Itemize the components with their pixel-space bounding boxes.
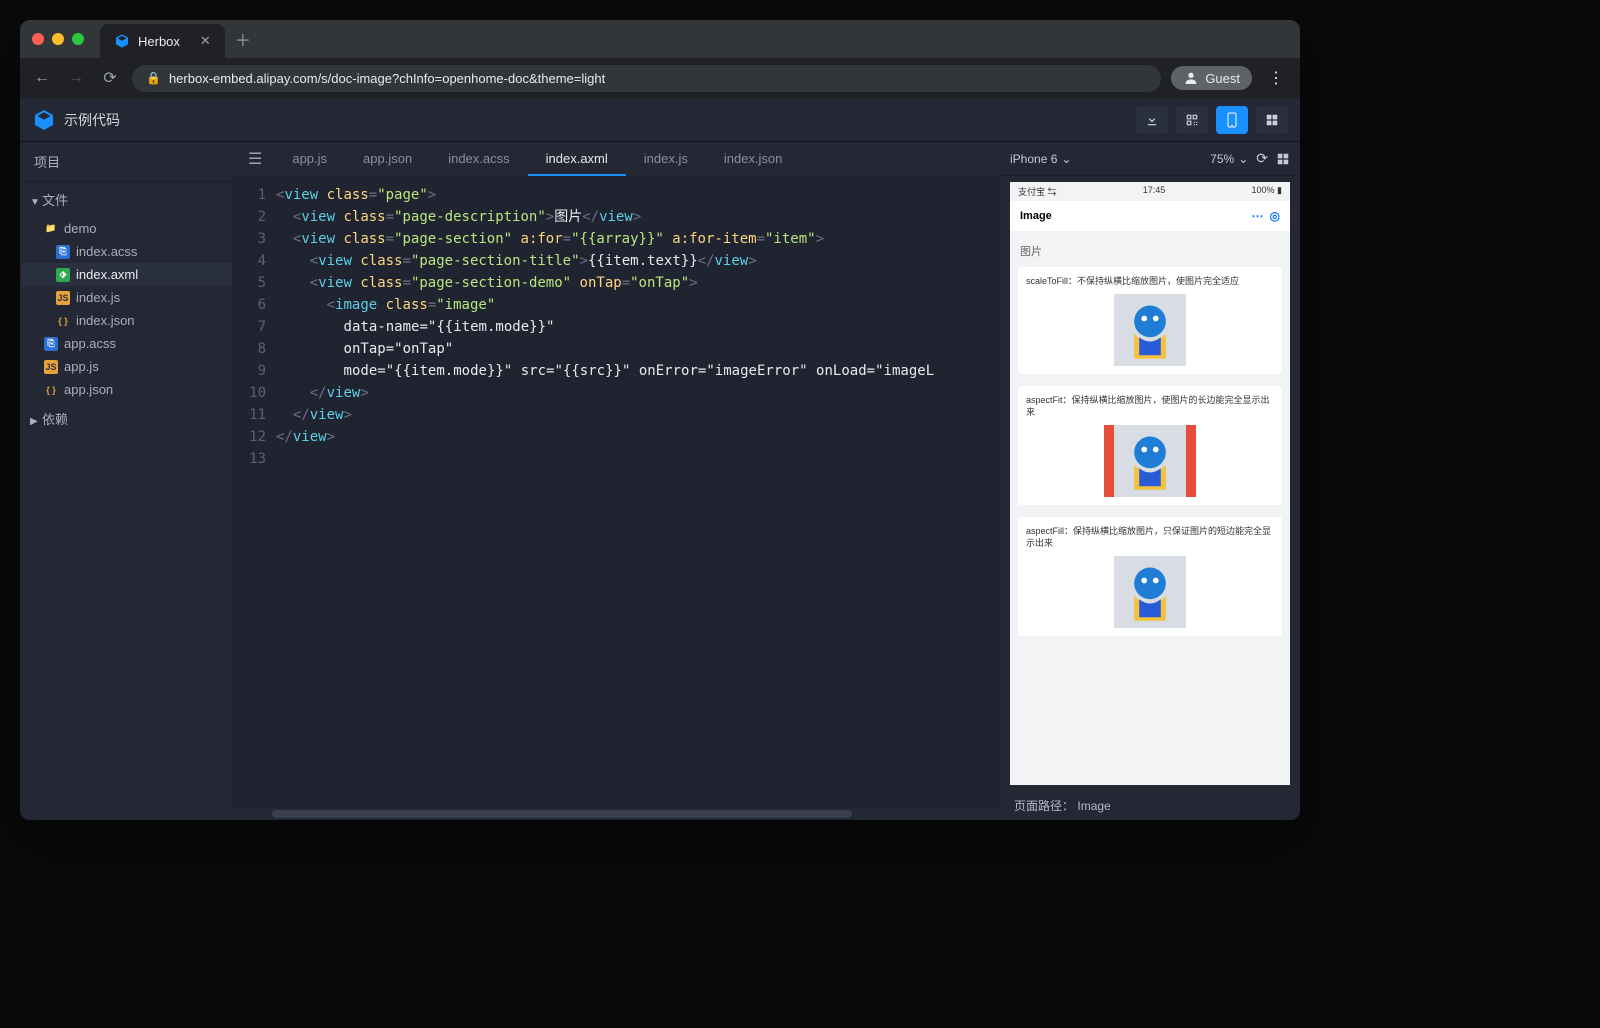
sidebar-section-files[interactable]: ▼文件 [20,182,232,217]
preview-section-label: 图片 [1018,239,1282,267]
file-icon: JS [44,360,58,374]
minimize-window[interactable] [52,33,64,45]
editor-tab-app-js[interactable]: app.js [274,143,345,176]
editor-tabs: ☰ app.jsapp.jsonindex.acssindex.axmlinde… [232,142,1000,176]
tab-close-icon[interactable]: ✕ [200,33,211,49]
preview-card-2: aspectFill：保持纵横比缩放图片，只保证图片的短边能完全显示出来 [1018,517,1282,636]
download-icon [1145,113,1159,127]
phone-icon [1226,112,1238,128]
editor-tab-index-acss[interactable]: index.acss [430,143,527,176]
qr-icon [1185,113,1199,127]
code-area[interactable]: 12345678910111213 <view class="page"> <v… [232,176,1000,808]
preview-image [1114,294,1186,366]
device-screen: 支付宝 ⇆ 17:45 100% ▮ Image ⋯ ◎ 图片 scaleToF… [1010,182,1290,785]
code-content[interactable]: <view class="page"> <view class="page-de… [276,176,934,808]
ide-header: 示例代码 [20,98,1300,142]
file-index-js[interactable]: JSindex.js [22,286,232,309]
card-title: scaleToFill：不保持纵横比缩放图片，使图片完全适应 [1026,275,1274,288]
file-app-acss[interactable]: ⎘app.acss [22,332,232,355]
file-index-acss[interactable]: ⎘index.acss [22,240,232,263]
preview-toolbar: iPhone 6 ⌄ 75% ⌄ ⟳ [1000,142,1300,176]
line-gutter: 12345678910111213 [232,176,276,808]
file-icon: { } [56,314,70,328]
user-icon [1183,70,1199,86]
folder-icon: 📁 [44,222,58,236]
file-icon: ⎘ [56,245,70,259]
preview-image [1114,556,1186,628]
titlebar: Herbox ✕ ＋ [20,20,1300,58]
lock-icon: 🔒 [146,71,161,85]
toolbar: ← → ⟳ 🔒 herbox-embed.alipay.com/s/doc-im… [20,58,1300,98]
file-icon: ⬗ [56,268,70,282]
chevron-down-icon: ⌄ [1238,152,1248,166]
file-index-axml[interactable]: ⬗index.axml [22,263,232,286]
favicon-icon [114,33,130,49]
forward-button[interactable]: → [64,69,88,87]
app-title: 示例代码 [64,110,1128,130]
browser-menu-icon[interactable]: ⋮ [1262,68,1290,88]
preview-card-1: aspectFit：保持纵横比缩放图片，使图片的长边能完全显示出来 [1018,386,1282,505]
folder-demo[interactable]: 📁demo [22,217,232,240]
browser-tab[interactable]: Herbox ✕ [100,24,225,58]
caret-right-icon: ▶ [30,416,42,427]
device-selector[interactable]: iPhone 6 ⌄ [1010,152,1202,166]
menu-icon[interactable]: ☰ [236,149,274,169]
device-statusbar: 支付宝 ⇆ 17:45 100% ▮ [1010,182,1290,201]
preview-footer: 页面路径： Image [1000,791,1300,820]
profile-badge[interactable]: Guest [1171,66,1252,90]
scrollbar-thumb[interactable] [272,810,852,818]
card-title: aspectFit：保持纵横比缩放图片，使图片的长边能完全显示出来 [1026,394,1274,419]
editor-tab-index-js[interactable]: index.js [626,143,706,176]
editor-tab-index-json[interactable]: index.json [706,143,801,176]
preview-page-header: Image ⋯ ◎ [1010,201,1290,231]
zoom-selector[interactable]: 75% ⌄ [1210,152,1248,166]
editor-tab-index-axml[interactable]: index.axml [528,143,626,176]
address-bar[interactable]: 🔒 herbox-embed.alipay.com/s/doc-image?ch… [132,65,1161,92]
qr-button[interactable] [1176,106,1208,134]
tab-title: Herbox [138,34,180,49]
file-app-js[interactable]: JSapp.js [22,355,232,378]
file-index-json[interactable]: { }index.json [22,309,232,332]
file-icon: ⎘ [44,337,58,351]
device-preview-button[interactable] [1216,106,1248,134]
editor-tab-app-json[interactable]: app.json [345,143,430,176]
ring-icon[interactable]: ◎ [1270,209,1280,223]
more-icon[interactable]: ⋯ [1252,209,1264,223]
close-window[interactable] [32,33,44,45]
download-button[interactable] [1136,106,1168,134]
app-logo-icon [32,108,56,132]
preview-pane: iPhone 6 ⌄ 75% ⌄ ⟳ 支付宝 ⇆ 17:45 100% ▮ [1000,142,1300,820]
horizontal-scrollbar[interactable] [232,808,1000,820]
url-text: herbox-embed.alipay.com/s/doc-image?chIn… [169,71,605,86]
maximize-window[interactable] [72,33,84,45]
guest-label: Guest [1205,71,1240,86]
file-app-json[interactable]: { }app.json [22,378,232,401]
card-title: aspectFill：保持纵横比缩放图片，只保证图片的短边能完全显示出来 [1026,525,1274,550]
editor: ☰ app.jsapp.jsonindex.acssindex.axmlinde… [232,142,1000,820]
preview-image [1114,425,1186,497]
new-tab-button[interactable]: ＋ [235,27,251,51]
grid-icon [1265,113,1279,127]
preview-layout-icon[interactable] [1276,152,1290,166]
sidebar: 项目 ▼文件 📁demo ⎘index.acss⬗index.axmlJSind… [20,142,232,820]
preview-card-0: scaleToFill：不保持纵横比缩放图片，使图片完全适应 [1018,267,1282,374]
file-icon: JS [56,291,70,305]
back-button[interactable]: ← [30,69,54,87]
layout-grid-button[interactable] [1256,106,1288,134]
caret-down-icon: ▼ [30,197,42,208]
preview-body[interactable]: 图片 scaleToFill：不保持纵横比缩放图片，使图片完全适应 aspectF… [1010,231,1290,785]
sidebar-title: 项目 [20,142,232,182]
preview-reload-button[interactable]: ⟳ [1256,150,1268,167]
chevron-down-icon: ⌄ [1061,152,1071,166]
window-controls [32,33,84,45]
file-icon: { } [44,383,58,397]
reload-button[interactable]: ⟳ [98,68,122,88]
sidebar-section-deps[interactable]: ▶依赖 [20,401,232,436]
